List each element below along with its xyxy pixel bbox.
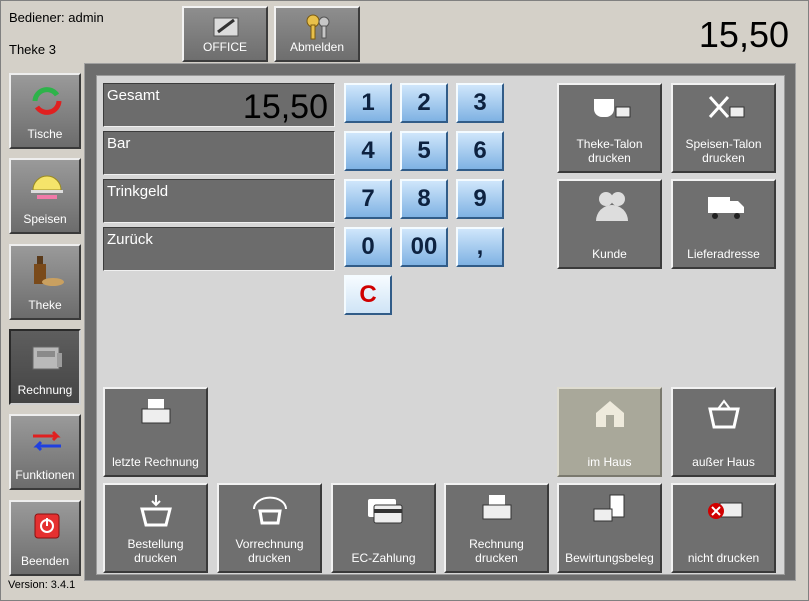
- ec-zahlung-button[interactable]: EC-Zahlung: [331, 483, 436, 573]
- key-5[interactable]: 5: [400, 131, 448, 171]
- key-9[interactable]: 9: [456, 179, 504, 219]
- rechnung-drucken-button[interactable]: Rechnung drucken: [444, 483, 549, 573]
- im-haus-label: im Haus: [587, 455, 632, 469]
- key-7[interactable]: 7: [344, 179, 392, 219]
- printer-icon: [141, 399, 171, 424]
- sidebar-item-label: Beenden: [20, 554, 70, 568]
- gesamt-value: 15,50: [242, 88, 328, 126]
- version-label: Version: 3.4.1: [8, 579, 76, 591]
- key-2[interactable]: 2: [400, 83, 448, 123]
- sidebar-item-label: Theke: [28, 298, 62, 312]
- cash-register-icon: [32, 346, 62, 370]
- customers-icon: [596, 192, 628, 221]
- cup-printer-icon: [594, 99, 631, 118]
- lieferadresse-label: Lieferadresse: [687, 247, 760, 261]
- sidebar-item-beenden[interactable]: Beenden: [9, 500, 81, 576]
- sidebar-item-rechnung[interactable]: Rechnung: [9, 329, 81, 405]
- bottle-plate-icon: [34, 256, 64, 286]
- sidebar-item-funktionen[interactable]: Funktionen: [9, 414, 81, 490]
- im-haus-button[interactable]: im Haus: [557, 387, 662, 477]
- office-icon: [213, 17, 239, 37]
- bewirtungsbeleg-button[interactable]: Bewirtungsbeleg: [557, 483, 662, 573]
- theke-talon-button[interactable]: Theke-Talon drucken: [557, 83, 662, 173]
- truck-icon: [708, 197, 744, 219]
- bestellung-drucken-label: Bestellung drucken: [127, 537, 184, 565]
- zurueck-label: Zurück: [107, 231, 153, 248]
- gesamt-field: Gesamt 15,50: [103, 83, 335, 127]
- credit-card-icon: [368, 499, 403, 524]
- header-total: 15,50: [698, 14, 789, 55]
- theke-talon-label: Theke-Talon drucken: [576, 137, 643, 165]
- sidebar-item-theke[interactable]: Theke: [9, 244, 81, 320]
- bewirtungsbeleg-label: Bewirtungsbeleg: [565, 551, 654, 565]
- key-00[interactable]: 00: [400, 227, 448, 267]
- trinkgeld-field[interactable]: Trinkgeld: [103, 179, 335, 223]
- key-4[interactable]: 4: [344, 131, 392, 171]
- nicht-drucken-button[interactable]: nicht drucken: [671, 483, 776, 573]
- speisen-talon-label: Speisen-Talon drucken: [685, 137, 762, 165]
- speisen-talon-button[interactable]: Speisen-Talon drucken: [671, 83, 776, 173]
- vorrechnung-drucken-label: Vorrechnung drucken: [235, 537, 304, 565]
- sidebar-item-label: Rechnung: [17, 383, 73, 397]
- printer-icon: [482, 495, 512, 520]
- key-1[interactable]: 1: [344, 83, 392, 123]
- kunde-button[interactable]: Kunde: [557, 179, 662, 269]
- cloche-icon: [31, 175, 63, 199]
- house-icon: [596, 401, 624, 427]
- sidebar-item-label: Tische: [27, 127, 63, 141]
- sidebar-item-tische[interactable]: Tische: [9, 73, 81, 149]
- bar-field[interactable]: Bar: [103, 131, 335, 175]
- trinkgeld-label: Trinkgeld: [107, 183, 169, 200]
- basket-cycle-icon: [253, 496, 287, 525]
- bestellung-drucken-button[interactable]: Bestellung drucken: [103, 483, 208, 573]
- ec-zahlung-label: EC-Zahlung: [351, 551, 416, 565]
- cutlery-printer-icon: [708, 95, 745, 119]
- zurueck-field: Zurück: [103, 227, 335, 271]
- tables-swap-icon: [32, 87, 62, 115]
- letzte-rechnung-button[interactable]: letzte Rechnung: [103, 387, 208, 477]
- nicht-drucken-label: nicht drucken: [687, 551, 760, 565]
- key-comma[interactable]: ,: [456, 227, 504, 267]
- logout-label: Abmelden: [289, 40, 345, 54]
- document-printer-icon: [593, 494, 625, 522]
- gesamt-label: Gesamt: [107, 87, 160, 104]
- sidebar-item-label: Funktionen: [15, 468, 75, 482]
- key-0[interactable]: 0: [344, 227, 392, 267]
- sidebar-item-label: Speisen: [23, 212, 67, 226]
- ausser-haus-label: außer Haus: [692, 455, 755, 469]
- key-3[interactable]: 3: [456, 83, 504, 123]
- vorrechnung-drucken-button[interactable]: Vorrechnung drucken: [217, 483, 322, 573]
- arrows-icon: [33, 430, 61, 452]
- kunde-label: Kunde: [592, 247, 627, 261]
- power-icon: [34, 513, 60, 539]
- letzte-rechnung-label: letzte Rechnung: [112, 455, 199, 469]
- ausser-haus-button[interactable]: außer Haus: [671, 387, 776, 477]
- station-label: Theke 3: [9, 42, 56, 57]
- basket-icon: [708, 399, 740, 429]
- office-label: OFFICE: [203, 40, 247, 54]
- logout-button[interactable]: Abmelden: [274, 6, 360, 62]
- rechnung-drucken-label: Rechnung drucken: [469, 537, 524, 565]
- keys-icon: [306, 14, 330, 40]
- lieferadresse-button[interactable]: Lieferadresse: [671, 179, 776, 269]
- operator-label: Bediener: admin: [9, 10, 104, 25]
- key-clear[interactable]: C: [344, 275, 392, 315]
- sidebar-item-speisen[interactable]: Speisen: [9, 158, 81, 234]
- office-button[interactable]: OFFICE: [182, 6, 268, 62]
- key-8[interactable]: 8: [400, 179, 448, 219]
- key-6[interactable]: 6: [456, 131, 504, 171]
- bar-label: Bar: [107, 135, 131, 152]
- no-print-icon: [708, 502, 743, 519]
- basket-down-icon: [140, 495, 172, 527]
